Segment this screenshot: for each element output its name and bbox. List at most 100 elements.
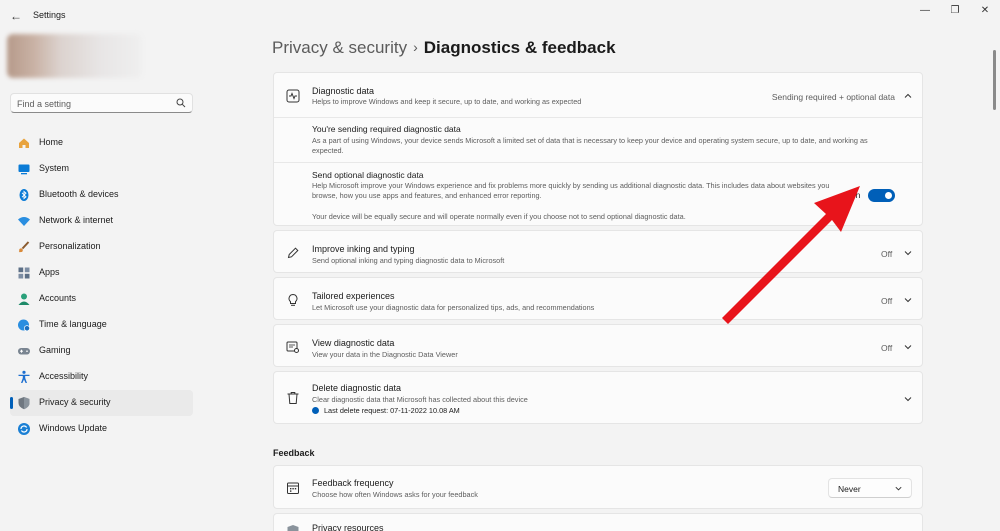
maximize-button[interactable]: ❐ xyxy=(940,4,970,18)
sidebar-item-label: Personalization xyxy=(39,241,101,251)
account-icon xyxy=(18,293,30,305)
sidebar-item-label: Windows Update xyxy=(39,423,108,433)
delete-diagnostic-data-card[interactable]: Delete diagnostic data Clear diagnostic … xyxy=(273,371,923,424)
sidebar-item-label: Accounts xyxy=(39,293,77,303)
chevron-down-icon[interactable] xyxy=(903,342,913,352)
view-diagnostic-data-status: Off xyxy=(881,343,893,353)
sidebar-item-label: Privacy & security xyxy=(39,397,111,407)
sidebar-item-accounts[interactable]: Accounts xyxy=(10,286,193,312)
sidebar-item-label: System xyxy=(39,163,70,173)
sidebar-item-label: Network & internet xyxy=(39,215,114,225)
required-data-text: As a part of using Windows, your device … xyxy=(312,136,868,155)
last-delete-request: Last delete request: 07-11-2022 10.08 AM xyxy=(324,406,460,415)
search-box[interactable] xyxy=(10,93,193,113)
search-icon[interactable] xyxy=(176,98,186,108)
optional-data-toggle[interactable] xyxy=(868,189,895,202)
inking-typing-title: Improve inking and typing xyxy=(312,244,415,254)
tailored-experiences-status: Off xyxy=(881,296,893,306)
calendar-icon xyxy=(287,482,299,494)
sidebar-item-gaming[interactable]: Gaming xyxy=(10,338,193,364)
required-data-title: You're sending required diagnostic data xyxy=(312,124,461,134)
close-button[interactable]: ✕ xyxy=(970,4,1000,18)
diagnostic-data-header[interactable]: Diagnostic data Helps to improve Windows… xyxy=(274,73,922,117)
minimize-button[interactable]: — xyxy=(910,4,940,18)
inking-typing-card[interactable]: Improve inking and typing Send optional … xyxy=(273,230,923,273)
chevron-up-icon[interactable] xyxy=(903,91,913,101)
system-icon xyxy=(18,164,30,175)
sidebar-item-system[interactable]: System xyxy=(10,156,193,182)
tailored-experiences-card[interactable]: Tailored experiences Let Microsoft use y… xyxy=(273,277,923,320)
sidebar-item-label: Apps xyxy=(39,267,60,277)
feedback-frequency-dropdown[interactable]: Never xyxy=(828,478,912,498)
feedback-frequency-title: Feedback frequency xyxy=(312,478,394,488)
inking-typing-description: Send optional inking and typing diagnost… xyxy=(312,256,505,265)
breadcrumb-separator: › xyxy=(413,39,418,55)
feedback-section-heading: Feedback xyxy=(273,448,315,458)
diagnostic-data-description: Helps to improve Windows and keep it sec… xyxy=(312,97,582,106)
breadcrumb: Privacy & security › Diagnostics & feedbac… xyxy=(272,38,616,58)
dropdown-selected-value: Never xyxy=(838,484,861,494)
breadcrumb-parent-link[interactable]: Privacy & security xyxy=(272,38,407,57)
delete-diagnostic-data-description: Clear diagnostic data that Microsoft has… xyxy=(312,395,528,404)
lightbulb-icon xyxy=(288,293,298,306)
sidebar-item-label: Bluetooth & devices xyxy=(39,189,119,199)
sidebar-item-label: Time & language xyxy=(39,319,107,329)
sidebar-item-apps[interactable]: Apps xyxy=(10,260,193,286)
chevron-down-icon xyxy=(895,486,902,491)
info-icon xyxy=(312,407,319,414)
optional-data-note: Your device will be equally secure and w… xyxy=(312,212,686,221)
view-diagnostic-data-card[interactable]: View diagnostic data View your data in t… xyxy=(273,324,923,367)
sidebar-item-label: Gaming xyxy=(39,345,71,355)
data-viewer-icon xyxy=(286,341,299,353)
scrollbar-thumb[interactable] xyxy=(993,50,996,110)
wifi-icon xyxy=(18,217,30,226)
shield-icon xyxy=(18,397,30,410)
divider xyxy=(274,117,922,118)
divider xyxy=(274,162,922,163)
sidebar-item-label: Home xyxy=(39,137,64,147)
chevron-down-icon[interactable] xyxy=(903,295,913,305)
sidebar-item-windows-update[interactable]: Windows Update xyxy=(10,416,193,442)
chevron-down-icon[interactable] xyxy=(903,248,913,258)
pen-icon xyxy=(287,247,299,259)
optional-data-text: Help Microsoft improve your Windows expe… xyxy=(312,181,830,200)
chevron-down-icon[interactable] xyxy=(903,394,913,404)
diagnostic-data-card: Diagnostic data Helps to improve Windows… xyxy=(273,72,923,226)
sidebar-item-privacy-security[interactable]: Privacy & security xyxy=(10,390,193,416)
back-arrow-icon[interactable]: ← xyxy=(8,8,24,24)
globe-clock-icon xyxy=(18,319,30,332)
sidebar-item-home[interactable]: Home xyxy=(10,130,193,156)
diagnostic-data-status: Sending required + optional data xyxy=(771,92,895,102)
brush-icon xyxy=(18,241,30,253)
inking-typing-status: Off xyxy=(881,249,893,259)
search-input[interactable] xyxy=(17,97,167,110)
tailored-experiences-title: Tailored experiences xyxy=(312,291,395,301)
sidebar-item-time-language[interactable]: Time & language xyxy=(10,312,193,338)
sidebar-item-bluetooth[interactable]: Bluetooth & devices xyxy=(10,182,193,208)
sidebar-nav: Home System Bluetooth & devices Network … xyxy=(10,130,193,442)
accessibility-icon xyxy=(18,370,30,383)
selection-indicator xyxy=(10,397,13,409)
sidebar-item-network[interactable]: Network & internet xyxy=(10,208,193,234)
sidebar-item-label: Accessibility xyxy=(39,371,89,381)
toggle-knob xyxy=(885,192,892,199)
privacy-resources-title: Privacy resources xyxy=(312,523,384,531)
optional-data-toggle-label: On xyxy=(849,190,861,200)
app-title: Settings xyxy=(33,10,66,20)
sidebar-item-personalization[interactable]: Personalization xyxy=(10,234,193,260)
view-diagnostic-data-description: View your data in the Diagnostic Data Vi… xyxy=(312,350,458,359)
sidebar-item-accessibility[interactable]: Accessibility xyxy=(10,364,193,390)
tailored-experiences-description: Let Microsoft use your diagnostic data f… xyxy=(312,303,595,312)
feedback-frequency-description: Choose how often Windows asks for your f… xyxy=(312,490,478,499)
user-profile-avatar[interactable] xyxy=(7,34,142,78)
feedback-frequency-card: Feedback frequency Choose how often Wind… xyxy=(273,465,923,509)
diagnostic-data-title: Diagnostic data xyxy=(312,86,375,96)
update-icon xyxy=(18,423,30,435)
home-icon xyxy=(19,138,29,148)
shield-icon xyxy=(287,525,299,531)
bluetooth-icon xyxy=(19,189,29,201)
privacy-resources-card[interactable]: Privacy resources xyxy=(273,513,923,531)
apps-icon xyxy=(18,267,30,279)
title-bar: ← Settings — ❐ ✕ xyxy=(0,0,1000,32)
gamepad-icon xyxy=(18,348,30,355)
